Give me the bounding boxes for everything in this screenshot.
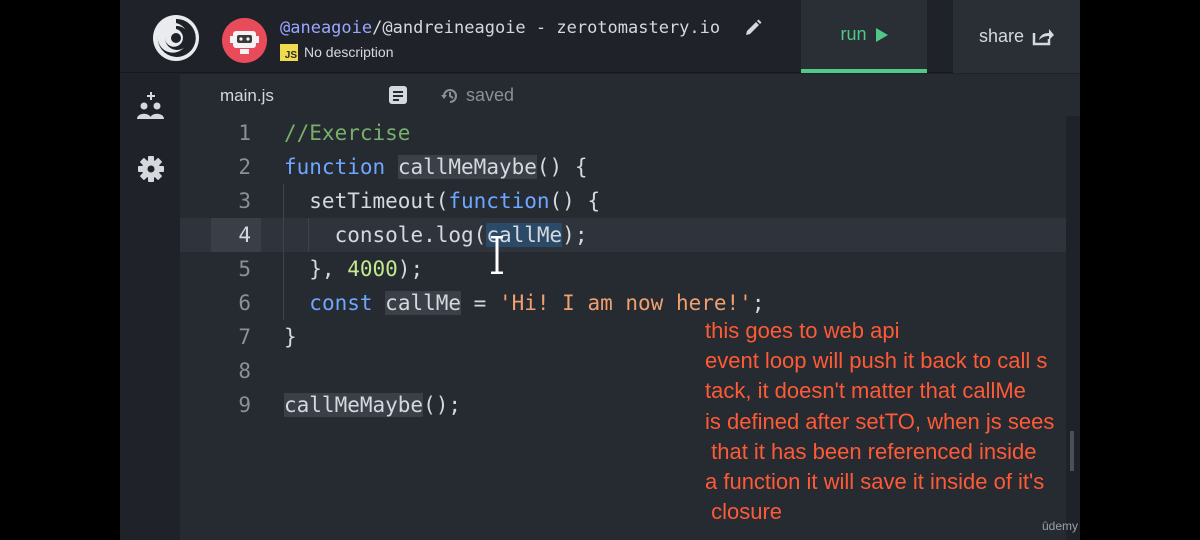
code-line-3[interactable]: 3 setTimeout(function() { — [180, 184, 1066, 218]
run-button[interactable]: run — [801, 0, 927, 73]
tab-main-js[interactable]: main.js — [220, 86, 274, 106]
pencil-icon[interactable] — [744, 19, 762, 37]
line-code[interactable]: console.log(callMe); — [283, 218, 587, 252]
history-icon — [441, 88, 457, 103]
annotation-note: this goes to web api event loop will push… — [705, 316, 1125, 527]
line-number: 8 — [238, 359, 251, 383]
line-number: 2 — [238, 155, 251, 179]
gear-icon[interactable] — [136, 154, 166, 184]
save-status-label: saved — [466, 85, 515, 105]
line-code[interactable]: const callMe = 'Hi! I am now here!'; — [283, 286, 765, 320]
share-icon — [1032, 28, 1055, 45]
line-number: 5 — [238, 257, 251, 281]
line-code[interactable]: }, 4000); — [283, 252, 423, 286]
code-line-5[interactable]: 5 }, 4000); — [180, 252, 1066, 286]
line-number: 6 — [238, 291, 251, 315]
line-code[interactable]: setTimeout(function() { — [283, 184, 600, 218]
replit-logo-icon[interactable] — [151, 13, 201, 63]
add-users-icon[interactable] — [136, 91, 166, 121]
description-text: No description — [304, 44, 394, 60]
line-number: 7 — [238, 325, 251, 349]
share-label: share — [978, 26, 1025, 46]
code-line-1[interactable]: 1 //Exercise — [180, 116, 1066, 150]
editor-tab-bar: main.js saved — [180, 74, 1080, 116]
share-button[interactable]: share — [953, 0, 1080, 73]
save-status[interactable]: saved — [440, 85, 514, 106]
repl-name[interactable]: @andreineagoie - zerotomastery.io — [382, 18, 720, 38]
document-icon[interactable] — [388, 85, 408, 105]
code-line-4[interactable]: 4 console.log(callMe); — [180, 218, 1066, 252]
user-handle[interactable]: @aneagoie — [280, 18, 372, 38]
text-cursor-icon — [491, 236, 503, 274]
line-number: 9 — [238, 393, 251, 417]
code-line-2[interactable]: 2 function callMeMaybe() { — [180, 150, 1066, 184]
line-number: 3 — [238, 189, 251, 213]
annotation-line: is defined after setTO, when js sees — [705, 408, 1055, 434]
code-line-6[interactable]: 6 const callMe = 'Hi! I am now here!'; — [180, 286, 1066, 320]
run-label: run — [840, 24, 867, 44]
annotation-line: a function it will save it inside of it'… — [705, 469, 1045, 495]
line-code[interactable]: } — [284, 320, 297, 354]
line-number: 1 — [238, 121, 251, 145]
line-code[interactable]: //Exercise — [284, 116, 410, 150]
annotation-line: that it has been referenced inside — [705, 438, 1037, 464]
repl-description[interactable]: JS No description — [280, 43, 394, 61]
line-number: 4 — [238, 223, 251, 247]
udemy-watermark: ûdemy — [1042, 519, 1079, 533]
annotation-line: event loop will push it back to call s — [705, 348, 1048, 374]
top-bar: @aneagoie/@andreineagoie - zerotomastery… — [120, 0, 1080, 73]
avatar-icon[interactable] — [222, 18, 267, 63]
annotation-line: tack, it doesn't matter that callMe — [705, 378, 1026, 404]
side-rail — [120, 74, 180, 540]
line-code[interactable]: function callMeMaybe() { — [284, 150, 587, 184]
play-icon — [875, 27, 888, 42]
js-badge: JS — [280, 43, 298, 61]
annotation-line: this goes to web api — [705, 318, 900, 343]
repl-title[interactable]: @aneagoie/@andreineagoie - zerotomastery… — [280, 18, 720, 38]
line-code[interactable]: callMeMaybe(); — [284, 388, 461, 422]
